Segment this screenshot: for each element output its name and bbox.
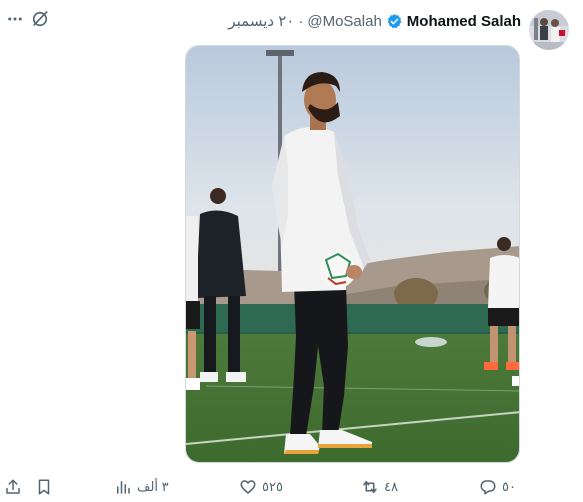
like-count: ٥٢٥	[262, 479, 283, 494]
tweet-header: ٢٠ ديسمبر · @MoSalah Mohamed Salah	[228, 11, 521, 31]
grok-button[interactable]	[30, 9, 50, 29]
author-handle[interactable]: @MoSalah	[307, 13, 381, 30]
tweet-card: ٢٠ ديسمبر · @MoSalah Mohamed Salah ٣ ألف…	[0, 0, 583, 502]
football-training-photo	[186, 46, 519, 462]
author-name[interactable]: Mohamed Salah	[407, 13, 521, 30]
separator-dot: ·	[298, 12, 304, 30]
author-avatar[interactable]	[529, 10, 569, 50]
views-count: ٣ ألف	[137, 479, 169, 494]
bookmark-icon	[38, 479, 50, 495]
tweet-photo[interactable]	[185, 45, 520, 463]
views-button[interactable]: ٣ ألف	[114, 474, 169, 500]
avatar-photo	[529, 10, 569, 50]
tweet-date[interactable]: ٢٠ ديسمبر	[228, 12, 294, 30]
tweet-actions: ٣ ألف ٥٢٥ ٤٨ ٥٠	[0, 474, 583, 500]
verified-badge-icon	[387, 13, 402, 28]
grok-icon	[32, 11, 48, 27]
share-button[interactable]	[4, 474, 22, 500]
retweet-button[interactable]: ٤٨	[361, 474, 398, 500]
heart-icon	[240, 480, 256, 494]
bookmark-button[interactable]	[35, 474, 53, 500]
reply-count: ٥٠	[502, 479, 516, 494]
like-button[interactable]: ٥٢٥	[239, 474, 283, 500]
reply-icon	[480, 480, 496, 495]
reply-button[interactable]: ٥٠	[479, 474, 516, 500]
retweet-icon	[363, 481, 377, 493]
share-icon	[6, 479, 20, 494]
more-options-button[interactable]	[4, 8, 26, 30]
retweet-count: ٤٨	[384, 479, 398, 494]
views-icon	[117, 481, 130, 494]
more-icon	[8, 17, 22, 21]
